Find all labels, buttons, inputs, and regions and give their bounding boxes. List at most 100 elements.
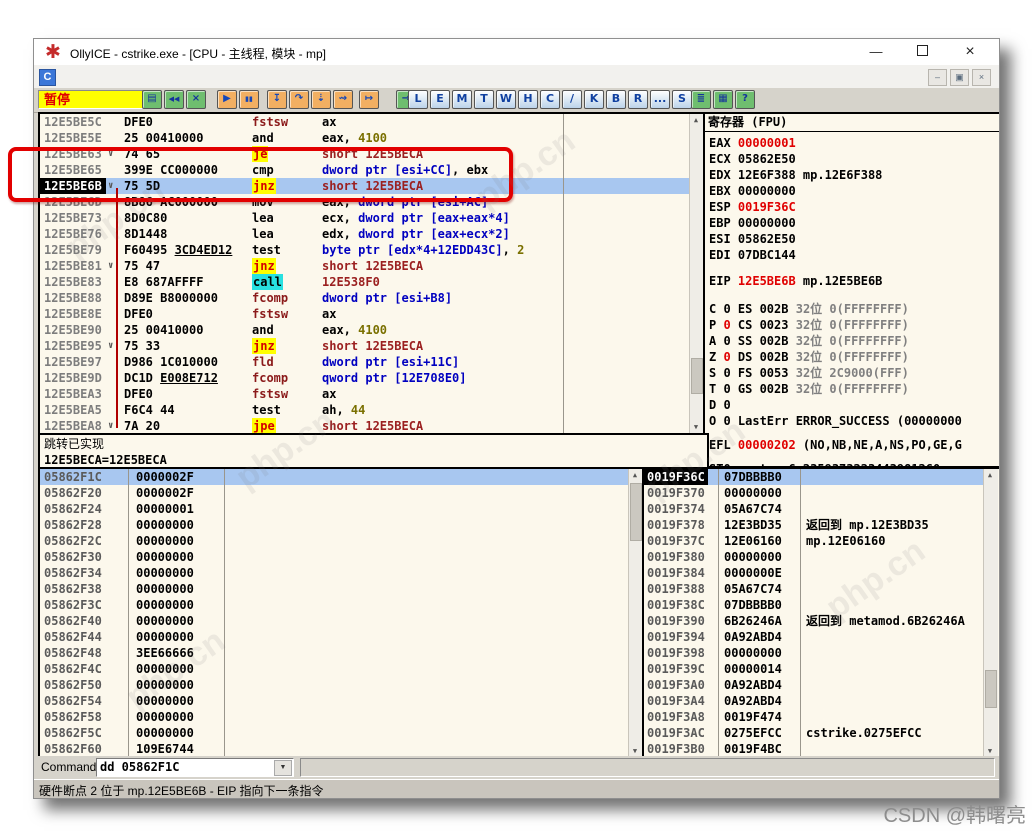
memory-map-button[interactable]: M (452, 90, 472, 109)
animate-into-button[interactable]: ⇣ (311, 90, 331, 109)
restart-button[interactable]: ◀◀ (164, 90, 184, 109)
scroll-thumb[interactable] (691, 358, 703, 394)
disasm-row[interactable]: 12E5BE8EDFE0fstswax (40, 306, 690, 322)
minimize-button[interactable]: — (861, 42, 891, 62)
close-button[interactable]: × (955, 42, 985, 62)
stack-row[interactable]: 0019F38000000000 (644, 549, 983, 565)
stack-row[interactable]: 0019F36C07DBBBB0 (644, 469, 983, 485)
stack-row[interactable]: 0019F39C00000014 (644, 661, 983, 677)
call-stack-button[interactable]: K (584, 90, 604, 109)
log-window-button[interactable]: L (408, 90, 428, 109)
stack-row[interactable]: 0019F3AC0275EFCCcstrike.0275EFCC (644, 725, 983, 741)
title-bar[interactable]: ✱ OllyICE - cstrike.exe - [CPU - 主线程, 模块… (34, 39, 999, 65)
step-over-button[interactable]: ↷ (289, 90, 309, 109)
maximize-button[interactable] (907, 42, 937, 62)
flag-row[interactable]: P 0 CS 0023 32位 0(FFFFFFFF) (709, 317, 1000, 333)
breakpoint-options-button[interactable]: ≣ (691, 90, 711, 109)
flag-row[interactable]: S 0 FS 0053 32位 2C9000(FFF) (709, 365, 1000, 381)
disasm-row[interactable]: 12E5BEA3DFE0fstswax (40, 386, 690, 402)
disasm-row[interactable]: 12E5BE5CDFE0fstswax (40, 114, 690, 130)
disasm-row[interactable]: 12E5BE88D89E B8000000fcompdword ptr [esi… (40, 290, 690, 306)
flag-row[interactable]: D 0 (709, 397, 1000, 413)
stack-row[interactable]: 0019F38805A67C74 (644, 581, 983, 597)
threads-button[interactable]: T (474, 90, 494, 109)
executable-modules-button[interactable]: E (430, 90, 450, 109)
appearance-button[interactable]: ▦ (713, 90, 733, 109)
disasm-row[interactable]: 12E5BE5E25 00410000andeax, 4100 (40, 130, 690, 146)
run-button[interactable]: ▶ (217, 90, 237, 109)
stack-row[interactable]: 0019F3B00019F4BC (644, 741, 983, 757)
mdi-minimize-button[interactable]: – (928, 69, 947, 86)
stack-row[interactable]: 0019F3A00A92ABD4 (644, 677, 983, 693)
stack-row[interactable]: 0019F39800000000 (644, 645, 983, 661)
handles-button[interactable]: H (518, 90, 538, 109)
stack-row[interactable]: 0019F38C07DBBBB0 (644, 597, 983, 613)
disasm-row[interactable]: 12E5BE9DDC1D E008E712fcompqword ptr [12E… (40, 370, 690, 386)
memory-dump-pane[interactable]: 05862F1C0000002F05862F200000002F05862F24… (38, 467, 644, 760)
breakpoints-button[interactable]: B (606, 90, 626, 109)
disasm-row[interactable]: 12E5BE83E8 687AFFFFcall12E538F0 (40, 274, 690, 290)
close-program-button[interactable]: × (186, 90, 206, 109)
disasm-row[interactable]: 12E5BE738D0C80leaecx, dword ptr [eax+eax… (40, 210, 690, 226)
scroll-up-icon[interactable]: ▲ (629, 469, 641, 482)
register-row[interactable]: EBX 00000000 (709, 183, 1000, 199)
stack-row[interactable]: 0019F37812E3BD35返回到 mp.12E3BD35 (644, 517, 983, 533)
disasm-row[interactable]: 12E5BE79F60495 3CD4ED12testbyte ptr [edx… (40, 242, 690, 258)
animate-over-button[interactable]: ⇝ (333, 90, 353, 109)
stack-row[interactable]: 0019F3840000000E (644, 565, 983, 581)
execute-till-return-button[interactable]: ↦ (359, 90, 379, 109)
register-row[interactable]: EDX 12E6F388 mp.12E6F388 (709, 167, 1000, 183)
stack-address: 0019F36C (644, 469, 708, 485)
disasm-row[interactable]: 12E5BEA5F6C4 44testah, 44 (40, 402, 690, 418)
stack-pane[interactable]: 0019F36C07DBBBB00019F370000000000019F374… (642, 467, 1000, 760)
dump-scrollbar[interactable]: ▲ ▼ (628, 469, 642, 758)
help-toolbar-button[interactable]: ? (735, 90, 755, 109)
cpu-window-button[interactable]: C (540, 90, 560, 109)
register-row[interactable]: ESI 05862E50 (709, 231, 1000, 247)
open-file-button[interactable]: ▤ (142, 90, 162, 109)
register-row[interactable]: EIP 12E5BE6B mp.12E5BE6B (709, 273, 1000, 289)
disasm-row[interactable]: 12E5BE81∨75 47jnzshort 12E5BECA (40, 258, 690, 274)
stack-row[interactable]: 0019F37405A67C74 (644, 501, 983, 517)
efl-row[interactable]: EFL 00000202 (NO,NB,NE,A,NS,PO,GE,G (709, 437, 1000, 453)
references-button[interactable]: R (628, 90, 648, 109)
stack-row[interactable]: 0019F3906B26246A返回到 metamod.6B26246A (644, 613, 983, 629)
register-row[interactable]: ECX 05862E50 (709, 151, 1000, 167)
disasm-scrollbar[interactable]: ▲ ▼ (689, 114, 703, 434)
run-trace-button[interactable]: ... (650, 90, 670, 109)
command-input[interactable]: dd 05862F1C ▼ (96, 758, 294, 777)
patches-button[interactable]: / (562, 90, 582, 109)
stack-row[interactable]: 0019F37C12E06160mp.12E06160 (644, 533, 983, 549)
flag-row[interactable]: O 0 LastErr ERROR_SUCCESS (00000000 (709, 413, 1000, 429)
registers-pane[interactable]: 寄存器 (FPU) EAX 00000001ECX 05862E50EDX 12… (703, 112, 1000, 468)
disasm-row[interactable]: 12E5BE97D986 1C010000flddword ptr [esi+1… (40, 354, 690, 370)
scroll-thumb[interactable] (985, 670, 997, 708)
stack-row[interactable]: 0019F37000000000 (644, 485, 983, 501)
flag-row[interactable]: C 0 ES 002B 32位 0(FFFFFFFF) (709, 301, 1000, 317)
flag-row[interactable]: T 0 GS 002B 32位 0(FFFFFFFF) (709, 381, 1000, 397)
register-row[interactable]: ESP 0019F36C (709, 199, 1000, 215)
pause-program-button[interactable]: ▮▮ (239, 90, 259, 109)
stack-row[interactable]: 0019F3940A92ABD4 (644, 629, 983, 645)
disasm-row[interactable]: 12E5BEA8∨7A 20jpeshort 12E5BECA (40, 418, 690, 434)
stack-row[interactable]: 0019F3A40A92ABD4 (644, 693, 983, 709)
source-button[interactable]: S (672, 90, 692, 109)
disasm-row[interactable]: 12E5BE768D1448leaedx, dword ptr [eax+ecx… (40, 226, 690, 242)
register-row[interactable]: EDI 07DBC144 (709, 247, 1000, 263)
step-into-button[interactable]: ↧ (267, 90, 287, 109)
mdi-restore-button[interactable]: ▣ (950, 69, 969, 86)
register-row[interactable]: EBP 00000000 (709, 215, 1000, 231)
chevron-down-icon[interactable]: ▼ (274, 760, 292, 776)
disasm-row[interactable]: 12E5BE9025 00410000andeax, 4100 (40, 322, 690, 338)
scroll-up-icon[interactable]: ▲ (984, 469, 996, 482)
stack-scrollbar[interactable]: ▲ ▼ (983, 469, 998, 758)
stack-row[interactable]: 0019F3A80019F474 (644, 709, 983, 725)
scroll-up-icon[interactable]: ▲ (690, 114, 702, 127)
flag-row[interactable]: A 0 SS 002B 32位 0(FFFFFFFF) (709, 333, 1000, 349)
scroll-thumb[interactable] (630, 483, 642, 541)
disasm-row[interactable]: 12E5BE95∨75 33jnzshort 12E5BECA (40, 338, 690, 354)
mdi-close-button[interactable]: × (972, 69, 991, 86)
windows-button[interactable]: W (496, 90, 516, 109)
register-row[interactable]: EAX 00000001 (709, 135, 1000, 151)
flag-row[interactable]: Z 0 DS 002B 32位 0(FFFFFFFF) (709, 349, 1000, 365)
